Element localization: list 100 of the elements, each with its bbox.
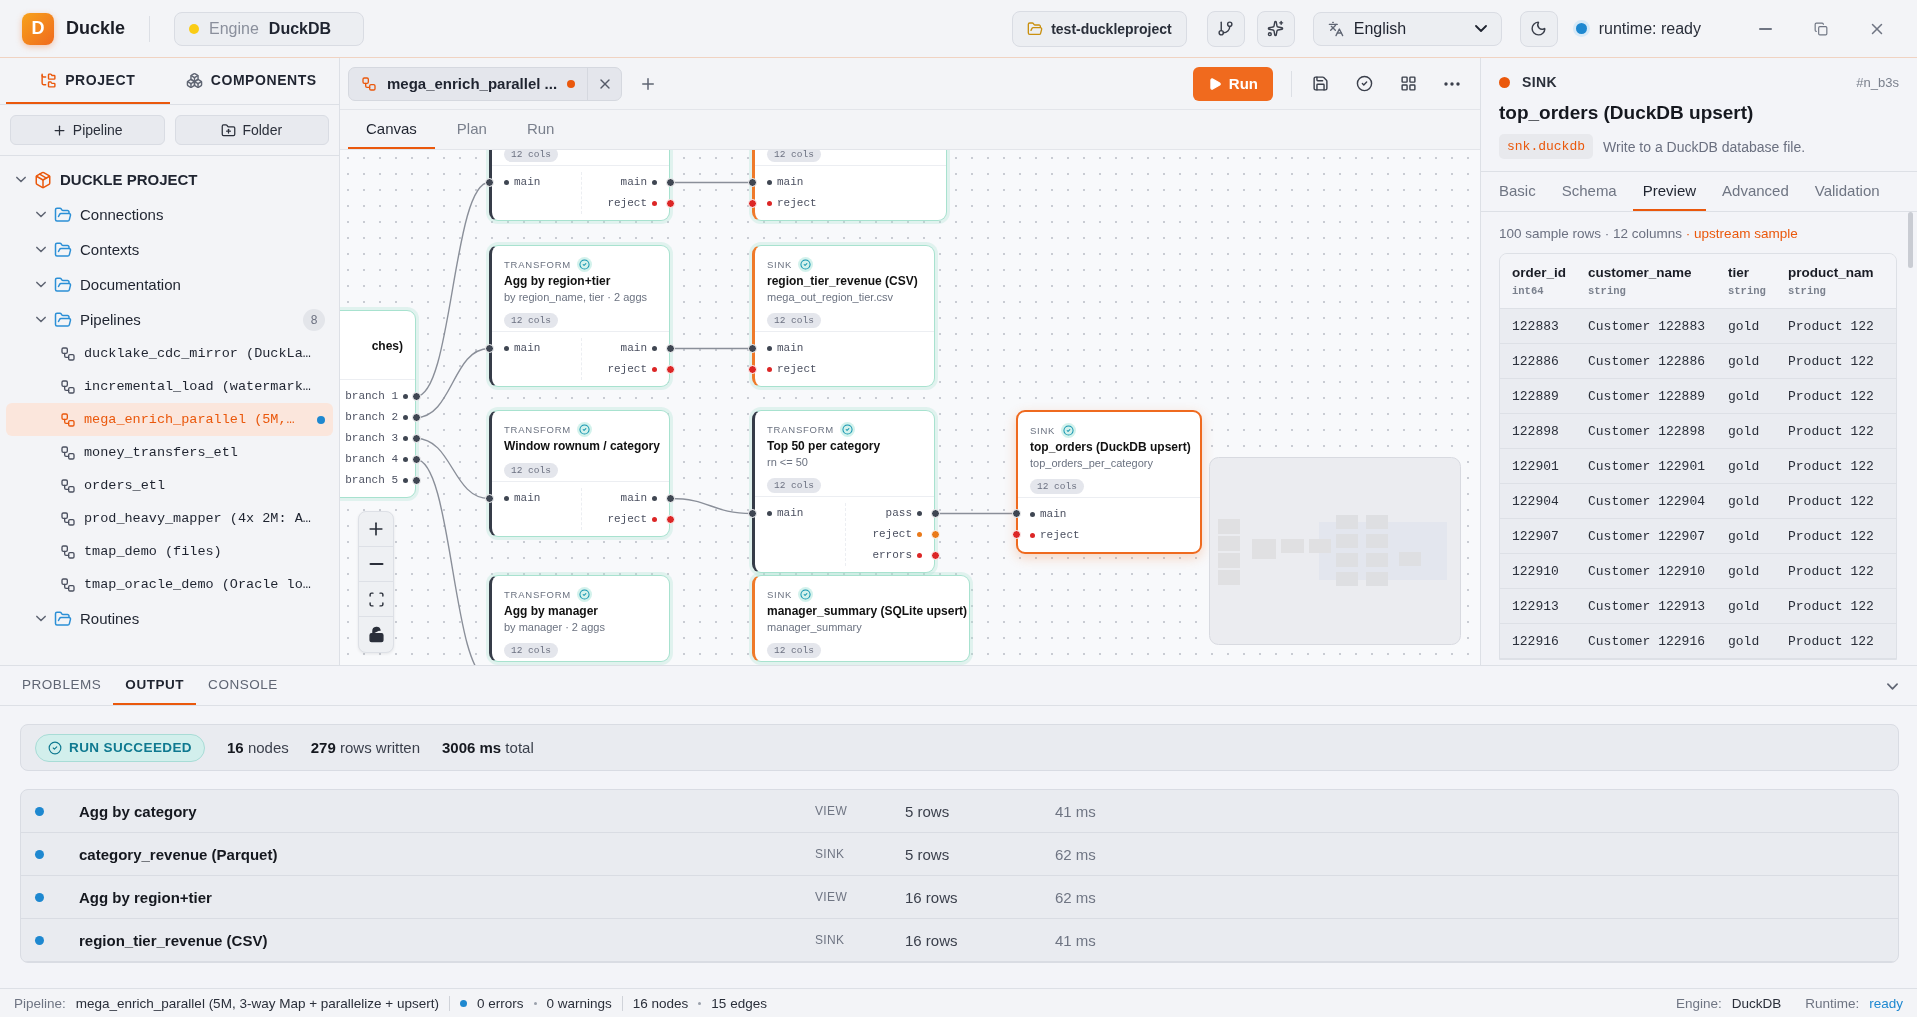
table-cell-text: Product 122 xyxy=(1788,318,1875,334)
panel-tab[interactable]: OUTPUT xyxy=(113,666,197,705)
sidebar-tab[interactable]: PROJECT xyxy=(6,58,170,104)
node-name: category_revenue (Parquet) xyxy=(79,845,279,863)
port-handle[interactable] xyxy=(930,551,940,560)
table-cell-text: Customer 122916 xyxy=(1588,633,1707,649)
port-handle[interactable] xyxy=(484,178,494,187)
tree-item[interactable]: tmap_oracle_demo (Oracle lo… xyxy=(6,568,333,601)
pipeline-node[interactable]: TRANSFORM Agg by manager by manager · 2 aggs 12 cols xyxy=(489,575,670,662)
port-handle[interactable] xyxy=(747,178,757,187)
ai-button[interactable] xyxy=(1256,10,1295,47)
pipeline-node[interactable]: ches) branch 1 branch 2 branch 3 branch 4 branch 5 xyxy=(340,310,416,498)
inspector-tab[interactable]: Validation xyxy=(1804,172,1890,211)
tree-item[interactable]: ducklake_cdc_mirror (DuckLa… xyxy=(6,337,333,370)
run-stat: 16 nodes xyxy=(227,739,289,756)
tree-item[interactable]: Contexts xyxy=(6,232,333,267)
node-kind-dot xyxy=(1499,76,1510,88)
play-icon xyxy=(1207,76,1222,91)
new-pipeline-button[interactable]: Pipeline xyxy=(10,115,165,145)
panel-tab[interactable]: CONSOLE xyxy=(196,666,290,705)
port-handle[interactable] xyxy=(665,344,675,353)
table-cell-text: Customer 122910 xyxy=(1588,563,1707,579)
tree-item[interactable]: orders_etl xyxy=(6,469,333,502)
check-circle-icon xyxy=(1355,75,1373,92)
table-cell-text: 122913 xyxy=(1512,598,1560,614)
port-label: main xyxy=(767,338,804,359)
editor-tab-label[interactable]: mega_enrich_parallel ... xyxy=(349,67,588,100)
port-handle[interactable] xyxy=(747,365,757,374)
port-handle[interactable] xyxy=(411,413,421,422)
pipeline-node[interactable]: 12 cols main reject xyxy=(752,150,947,221)
table-cell-text: Customer 122901 xyxy=(1588,458,1707,474)
pipeline-icon xyxy=(60,576,76,593)
node-type-label: TRANSFORM xyxy=(504,588,571,600)
port-handle[interactable] xyxy=(1011,530,1021,539)
inspector-tab[interactable]: Schema xyxy=(1551,172,1627,211)
port-handle[interactable] xyxy=(930,509,940,518)
theme-button[interactable] xyxy=(1519,10,1558,47)
view-tab[interactable]: Run xyxy=(508,110,573,149)
port-handle[interactable] xyxy=(665,494,675,503)
inspector-tab[interactable]: Advanced xyxy=(1712,172,1799,211)
port-handle[interactable] xyxy=(665,199,675,208)
port-handle[interactable] xyxy=(484,344,494,353)
pipeline-node[interactable]: SINK region_tier_revenue (CSV) mega_out_region_tier.csv 12 cols main reject xyxy=(752,245,935,387)
scrollbar-thumb[interactable] xyxy=(1908,212,1913,268)
tree-item[interactable]: Documentation xyxy=(6,267,333,302)
port-handle[interactable] xyxy=(411,434,421,443)
tree-item[interactable]: prod_heavy_mapper (4x 2M: A… xyxy=(6,502,333,535)
project-button[interactable]: test-duckleproject xyxy=(1012,10,1187,47)
column-header: product_nam xyxy=(1788,265,1875,280)
port-handle[interactable] xyxy=(747,199,757,208)
port-handle[interactable] xyxy=(411,392,421,401)
status-label: Pipeline: xyxy=(14,995,66,1011)
port-handle[interactable] xyxy=(930,530,940,539)
runtime-status: runtime: ready xyxy=(1598,19,1701,38)
new-folder-button[interactable]: Folder xyxy=(174,115,329,145)
node-type-label: SINK xyxy=(767,588,793,600)
port-handle[interactable] xyxy=(665,178,675,187)
pipeline-node[interactable]: TRANSFORM Top 50 per category rn <= 50 12 cols main pass reject errors xyxy=(752,410,935,573)
tree-item[interactable]: tmap_demo (files) xyxy=(6,535,333,568)
chevron-icon xyxy=(36,281,46,288)
pipeline-node[interactable]: TRANSFORM Agg by region+tier by region_name, tier · 2 aggs 12 cols main main reject xyxy=(489,245,670,387)
sidebar-tab[interactable]: COMPONENTS xyxy=(169,58,333,104)
port-handle[interactable] xyxy=(411,455,421,464)
branch-button[interactable] xyxy=(1206,10,1245,47)
pipeline-node[interactable]: SINK manager_summary (SQLite upsert) manager_summary 12 cols xyxy=(752,575,970,662)
port-handle[interactable] xyxy=(665,365,675,374)
inspector-tab[interactable]: Preview xyxy=(1632,172,1707,211)
tree-item[interactable]: Pipelines 8 xyxy=(6,302,333,337)
panel-tab[interactable]: PROBLEMS xyxy=(10,666,114,705)
port-handle[interactable] xyxy=(747,344,757,353)
view-tab[interactable]: Plan xyxy=(438,110,505,149)
pipeline-node[interactable]: SINK top_orders (DuckDB upsert) top_orders_per_category 12 cols main reject xyxy=(1016,410,1202,554)
port-handle[interactable] xyxy=(747,509,757,518)
port-label: main xyxy=(1030,504,1067,525)
port-handle[interactable] xyxy=(1011,509,1021,518)
tree-item[interactable]: incremental_load (watermark… xyxy=(6,370,333,403)
table-cell-text: 122889 xyxy=(1512,388,1560,404)
table-cell-text: Customer 122907 xyxy=(1588,528,1707,544)
inspector-tab[interactable]: Basic xyxy=(1489,172,1546,211)
engine-select[interactable]: Engine DuckDB xyxy=(174,11,365,46)
editor-tab[interactable]: mega_enrich_parallel ... xyxy=(348,66,623,101)
column-type: string xyxy=(1728,285,1767,297)
node-title: Agg by manager xyxy=(504,603,599,620)
port-handle[interactable] xyxy=(484,494,494,503)
pipeline-node[interactable]: TRANSFORM Window rownum / category 12 cols main main reject xyxy=(489,410,670,537)
tree-item[interactable]: money_transfers_etl xyxy=(6,436,333,469)
tree-item[interactable]: Routines xyxy=(6,601,333,636)
pipeline-node[interactable]: 12 cols main main reject xyxy=(489,150,670,221)
table-cell-text: Product 122 xyxy=(1788,563,1875,579)
port-label: main xyxy=(504,172,541,193)
table-cell-text: gold xyxy=(1728,318,1761,334)
language-select[interactable]: English xyxy=(1312,11,1502,46)
table-cell-text: Customer 122883 xyxy=(1588,318,1707,334)
translate-icon xyxy=(1327,20,1344,37)
port-handle[interactable] xyxy=(411,476,421,485)
table-cell-text: 122883 xyxy=(1512,318,1560,334)
tree-item[interactable]: DUCKLE PROJECT xyxy=(6,162,333,197)
port-handle[interactable] xyxy=(665,515,675,524)
tree-item[interactable]: Connections xyxy=(6,197,333,232)
pipeline-icon xyxy=(60,477,76,494)
